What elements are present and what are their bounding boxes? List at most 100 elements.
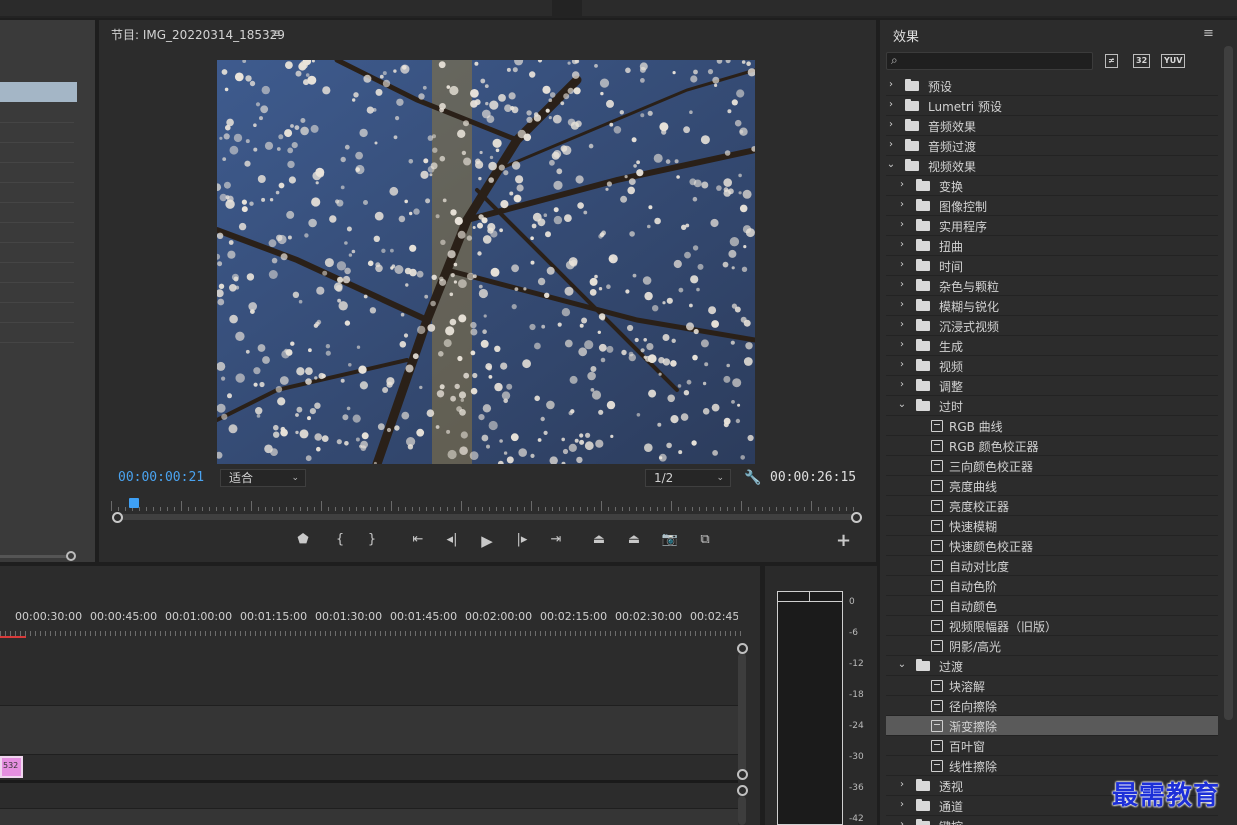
chevron-right-icon[interactable]: › (897, 799, 907, 810)
chevron-right-icon[interactable]: › (886, 79, 896, 90)
effects-tree-item[interactable]: › 键控 (886, 816, 1218, 825)
go-to-out-icon[interactable]: ⇥ (546, 532, 566, 547)
horizontal-scrollbar[interactable] (0, 555, 70, 558)
video-track[interactable] (0, 706, 738, 754)
chevron-right-icon[interactable]: › (897, 179, 907, 190)
marker-icon[interactable]: ⬟ (293, 532, 313, 547)
wrench-icon[interactable]: 🔧 (744, 470, 761, 486)
chevron-right-icon[interactable]: › (897, 779, 907, 790)
extract-icon[interactable]: ⏏ (624, 532, 644, 547)
scrollbar-right-handle[interactable] (851, 512, 862, 523)
yuv-effects-button[interactable]: YUV (1161, 54, 1186, 68)
effects-tree-item[interactable]: › 生成 (886, 336, 1218, 356)
effects-tree-item[interactable]: RGB 颜色校正器 (886, 436, 1218, 456)
hamburger-icon[interactable]: ≡ (271, 26, 281, 40)
add-button-icon[interactable]: + (836, 530, 851, 551)
go-to-in-icon[interactable]: ⇤ (408, 532, 428, 547)
effects-tree-item[interactable]: › 沉浸式视频 (886, 316, 1218, 336)
scrollbar-top-handle[interactable] (737, 785, 748, 796)
effects-tree-item[interactable]: 亮度曲线 (886, 476, 1218, 496)
effects-tree-item[interactable]: › 图像控制 (886, 196, 1218, 216)
selected-item-bar[interactable] (0, 82, 77, 102)
hamburger-icon[interactable]: ≡ (1203, 26, 1214, 41)
timeline-ruler-ticks[interactable] (0, 628, 741, 636)
chevron-right-icon[interactable]: › (897, 279, 907, 290)
effects-tree-item[interactable]: › 视频 (886, 356, 1218, 376)
resolution-select[interactable]: 1/2 ⌄ (645, 469, 731, 487)
effects-tree-item[interactable]: › 模糊与锐化 (886, 296, 1218, 316)
chevron-down-icon[interactable]: ⌄ (897, 659, 907, 670)
chevron-right-icon[interactable]: › (897, 299, 907, 310)
zoom-scrollbar[interactable] (118, 514, 855, 520)
video-clip[interactable]: 532 (0, 756, 23, 778)
chevron-down-icon[interactable]: ⌄ (886, 159, 896, 170)
effects-tree-item[interactable]: 百叶窗 (886, 736, 1218, 756)
playhead-marker[interactable] (129, 498, 139, 508)
effects-scrollbar[interactable] (1224, 46, 1233, 720)
zoom-select[interactable]: 适合 ⌄ (220, 469, 306, 487)
scrollbar-top-handle[interactable] (737, 643, 748, 654)
effects-tree-item[interactable]: › Lumetri 预设 (886, 96, 1218, 116)
chevron-right-icon[interactable]: › (897, 319, 907, 330)
effects-tree-item[interactable]: › 实用程序 (886, 216, 1218, 236)
step-forward-icon[interactable]: |▸ (512, 532, 532, 547)
effects-tree-item[interactable]: 自动色阶 (886, 576, 1218, 596)
effects-tree-item[interactable]: ⌄ 视频效果 (886, 156, 1218, 176)
effects-tree-item[interactable]: 阴影/高光 (886, 636, 1218, 656)
effects-tree-item[interactable]: › 音频效果 (886, 116, 1218, 136)
chevron-right-icon[interactable]: › (886, 139, 896, 150)
effects-tree-item[interactable]: 快速模糊 (886, 516, 1218, 536)
effects-tree-item[interactable]: › 变换 (886, 176, 1218, 196)
lift-icon[interactable]: ⏏ (589, 532, 609, 547)
32bit-effects-button[interactable]: 32 (1133, 54, 1151, 68)
effects-title[interactable]: 效果 (893, 26, 919, 45)
audio-tracks-scrollbar[interactable] (738, 796, 746, 825)
effects-tree-item[interactable]: ⌄ 过时 (886, 396, 1218, 416)
chevron-right-icon[interactable]: › (897, 339, 907, 350)
effects-tree-item[interactable]: 渐变擦除 (886, 716, 1218, 736)
chevron-right-icon[interactable]: › (897, 379, 907, 390)
monitor-time-ruler[interactable] (111, 497, 856, 511)
effects-tree-item[interactable]: 块溶解 (886, 676, 1218, 696)
effects-search-input[interactable]: ⌕ (886, 52, 1093, 70)
effects-tree-item[interactable]: › 时间 (886, 256, 1218, 276)
effects-tree-item[interactable]: 三向颜色校正器 (886, 456, 1218, 476)
scrollbar-left-handle[interactable] (112, 512, 123, 523)
work-area-bar[interactable] (0, 636, 26, 638)
chevron-right-icon[interactable]: › (897, 239, 907, 250)
audio-track[interactable] (0, 809, 738, 825)
chevron-right-icon[interactable]: › (897, 219, 907, 230)
effects-tree-item[interactable]: 快速颜色校正器 (886, 536, 1218, 556)
effects-tree-item[interactable]: 自动颜色 (886, 596, 1218, 616)
effects-tree-item[interactable]: 径向擦除 (886, 696, 1218, 716)
effects-tree-item[interactable]: › 调整 (886, 376, 1218, 396)
monitor-title[interactable]: 节目: IMG_20220314_185329 (111, 26, 285, 43)
play-icon[interactable]: ▶ (477, 532, 497, 550)
effects-tree-item[interactable]: › 杂色与颗粒 (886, 276, 1218, 296)
chevron-down-icon[interactable]: ⌄ (897, 399, 907, 410)
chevron-right-icon[interactable]: › (886, 99, 896, 110)
mark-in-icon[interactable]: { (330, 532, 350, 547)
effects-tree-item[interactable]: ⌄ 过渡 (886, 656, 1218, 676)
effects-tree-item[interactable]: 自动对比度 (886, 556, 1218, 576)
effects-tree-item[interactable]: 线性擦除 (886, 756, 1218, 776)
export-frame-icon[interactable]: 📷 (660, 532, 680, 547)
chevron-right-icon[interactable]: › (897, 359, 907, 370)
effects-tree-item[interactable]: › 预设 (886, 76, 1218, 96)
effects-tree-item[interactable]: 视频限幅器（旧版） (886, 616, 1218, 636)
mark-out-icon[interactable]: } (362, 532, 382, 547)
current-timecode[interactable]: 00:00:00:21 (118, 470, 204, 485)
effects-tree-item[interactable]: RGB 曲线 (886, 416, 1218, 436)
step-back-icon[interactable]: ◂| (442, 532, 462, 547)
video-tracks-scrollbar[interactable] (738, 653, 746, 773)
chevron-right-icon[interactable]: › (897, 819, 907, 825)
effects-tree-item[interactable]: 亮度校正器 (886, 496, 1218, 516)
effects-tree-item[interactable]: › 音频过渡 (886, 136, 1218, 156)
chevron-right-icon[interactable]: › (897, 259, 907, 270)
comparison-view-icon[interactable]: ⧉ (695, 532, 715, 547)
chevron-right-icon[interactable]: › (897, 199, 907, 210)
accelerated-effects-icon[interactable]: ≠ (1105, 54, 1118, 68)
effects-tree-item[interactable]: › 扭曲 (886, 236, 1218, 256)
chevron-right-icon[interactable]: › (886, 119, 896, 130)
scrollbar-bottom-handle[interactable] (737, 769, 748, 780)
